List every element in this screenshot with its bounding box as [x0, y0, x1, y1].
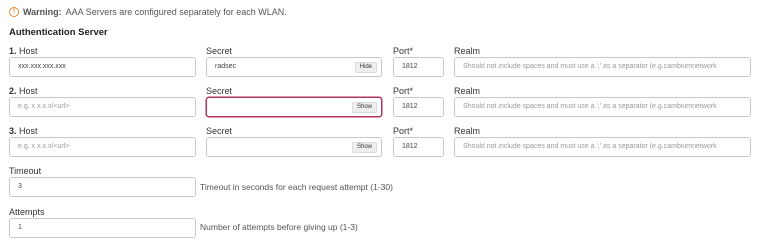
secret-3-show-button[interactable]: Show — [351, 142, 377, 153]
host-1-label: 1. Host — [9, 46, 38, 56]
secret-1-label: Secret — [206, 46, 233, 56]
warning-text: AAA Servers are configured separately fo… — [65, 7, 287, 17]
realm-3-input[interactable]: Should not include spaces and must use a… — [454, 137, 751, 157]
host-2-input[interactable]: e.g. x.x.x.x/<url> — [9, 97, 196, 117]
warning-icon: ! — [9, 7, 19, 17]
attempts-label: Attempts — [9, 207, 45, 217]
port-3-label: Port* — [393, 126, 414, 136]
host-1-input[interactable]: xxx.xxx.xxx.xxx — [9, 57, 196, 77]
secret-1-value: radsec — [215, 63, 237, 70]
host-2-label: 2. Host — [9, 86, 38, 96]
attempts-hint: Number of attempts before giving up (1-3… — [200, 222, 358, 232]
port-1-label: Port* — [393, 46, 414, 56]
host-3-input[interactable]: e.g. x.x.x.x/<url> — [9, 137, 196, 157]
secret-2-show-button[interactable]: Show — [351, 102, 377, 113]
secret-2-label: Secret — [206, 86, 233, 96]
host-3-label-text: Host — [19, 126, 38, 136]
timeout-label: Timeout — [9, 166, 42, 176]
warning-message: ! Warning: AAA Servers are configured se… — [9, 7, 287, 17]
host-3-index: 3. — [9, 126, 17, 136]
realm-1-label: Realm — [454, 46, 481, 56]
secret-3-label: Secret — [206, 126, 233, 136]
realm-2-label: Realm — [454, 86, 481, 96]
port-3-input[interactable]: 1812 — [393, 137, 444, 157]
realm-3-label: Realm — [454, 126, 481, 136]
secret-2-input[interactable]: Show — [206, 97, 382, 117]
realm-1-input[interactable]: Should not include spaces and must use a… — [454, 57, 751, 77]
attempts-input[interactable]: 1 — [9, 218, 196, 238]
timeout-hint: Timeout in seconds for each request atte… — [200, 182, 393, 192]
host-1-index: 1. — [9, 46, 17, 56]
host-2-index: 2. — [9, 86, 17, 96]
timeout-input[interactable]: 3 — [9, 177, 196, 197]
host-2-label-text: Host — [19, 86, 38, 96]
port-2-label: Port* — [393, 86, 414, 96]
secret-1-input[interactable]: radsec Hide — [206, 57, 382, 77]
host-1-label-text: Host — [19, 46, 38, 56]
host-3-label: 3. Host — [9, 126, 38, 136]
realm-2-input[interactable]: Should not include spaces and must use a… — [454, 97, 751, 117]
warning-prefix: Warning: — [23, 7, 62, 17]
section-title: Authentication Server — [9, 27, 108, 38]
secret-1-hide-button[interactable]: Hide — [354, 62, 377, 73]
port-1-input[interactable]: 1812 — [393, 57, 444, 77]
port-2-input[interactable]: 1812 — [393, 97, 444, 117]
secret-3-input[interactable]: Show — [206, 137, 382, 157]
